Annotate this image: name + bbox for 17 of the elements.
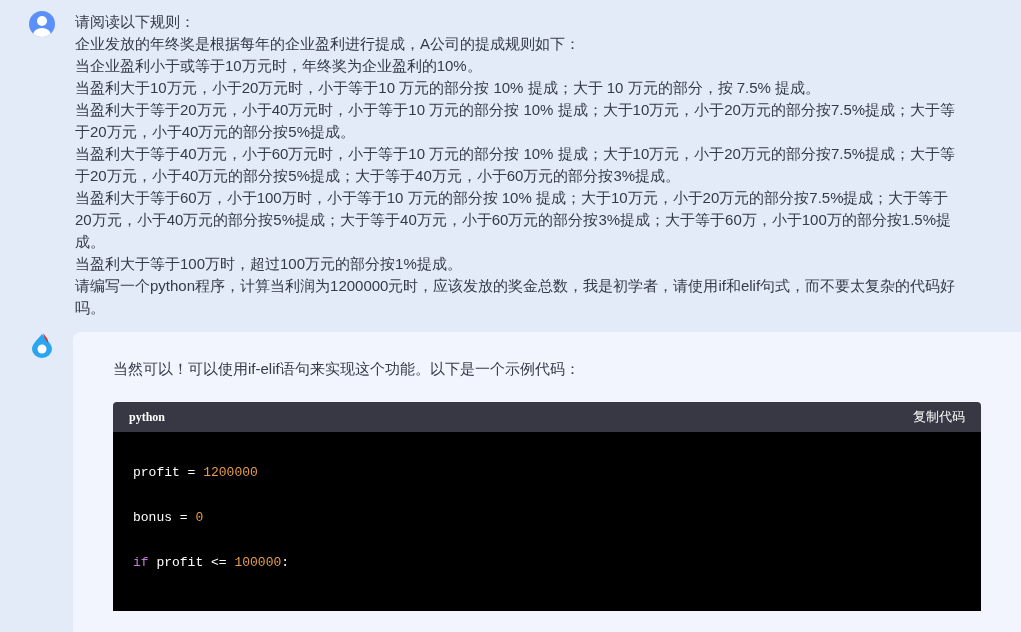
- message-text: 当盈利大于等于40万元，小于60万元时，小于等于10 万元的部分按 10% 提成；大于10万元，小于20万元的部分按7.5%提成；大于等于20万元，小于40万元的部分按5%提成；大于等于40万元，小于60万元的部分按3%提成。: [75, 144, 957, 186]
- reply-text: 当然可以！可以使用if-elif语句来实现这个功能。以下是一个示例代码：: [113, 359, 581, 379]
- message-text: 当盈利大于等于60万，小于100万时，小于等于10 万元的部分按 10% 提成；大于10万元，小于20万元的部分按7.5%提成；大于等于20万元，小于40万元的部分按5%提成；大于等于40万元，小于60万元的部分按3%提成；大于等于60万，小于100万的部分按1.5%提成。: [75, 188, 952, 252]
- message-text: 请阅读以下规则：: [75, 12, 196, 32]
- message-text: 当盈利大于10万元，小于20万元时，小于等于10 万元的部分按 10% 提成；大于 10 万元的部分，按 7.5% 提成。: [75, 78, 822, 98]
- language-label: python: [129, 409, 166, 426]
- message-text: 当盈利大于等于20万元，小于40万元时，小于等于10 万元的部分按 10% 提成；大于10万元，小于20万元的部分按7.5%提成；大于等于20万元，小于40万元的部分按5%提成。: [75, 100, 957, 142]
- message-text: 当盈利大于等于100万时，超过100万元的部分按1%提成。: [75, 254, 463, 274]
- message-text: 企业发放的年终奖是根据每年的企业盈利进行提成，A公司的提成规则如下：: [75, 34, 581, 54]
- assistant-logo-icon: [29, 332, 55, 358]
- copy-code-button[interactable]: 复制代码: [913, 406, 965, 428]
- message-text: 请编写一个python程序，计算当利润为1200000元时，应该发放的奖金总数，我是初学者，请使用if和elif句式，而不要太复杂的代码好吗。: [75, 276, 957, 318]
- code-line: bonus = 0: [133, 509, 205, 526]
- user-avatar-icon: [29, 11, 55, 37]
- message-text: 当企业盈利小于或等于10万元时，年终奖为企业盈利的10%。: [75, 56, 483, 76]
- code-line: if profit <= 100000:: [133, 554, 291, 571]
- code-line: profit = 1200000: [133, 464, 259, 481]
